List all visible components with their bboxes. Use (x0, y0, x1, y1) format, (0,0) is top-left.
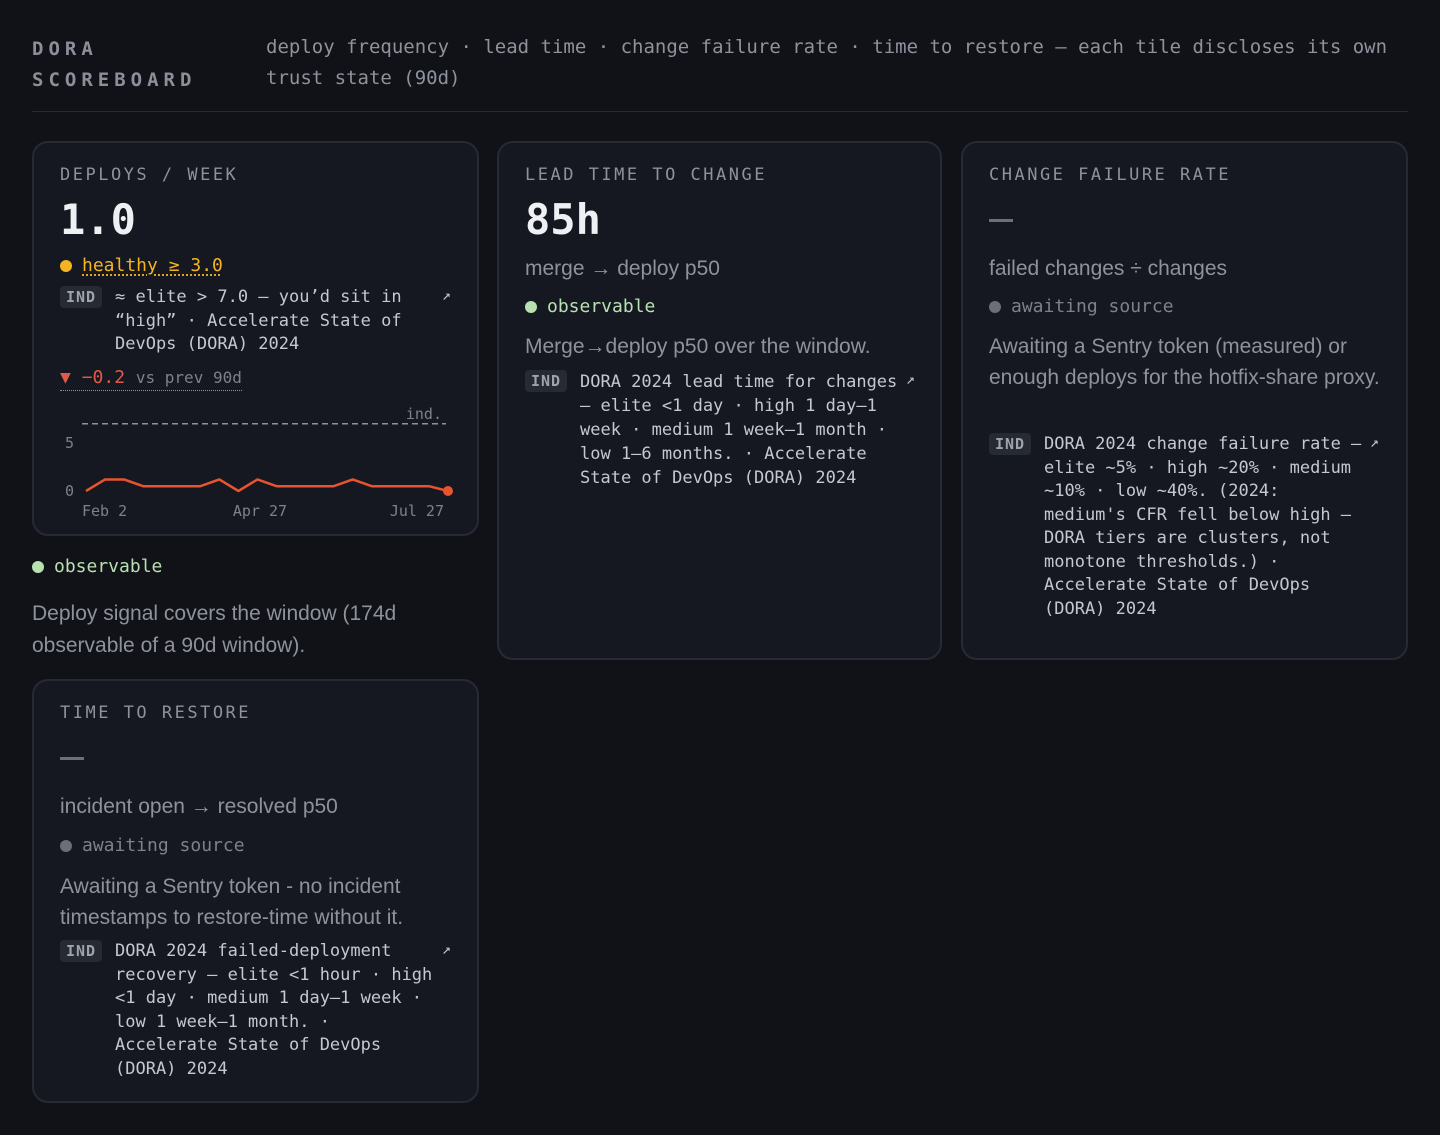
restore-description: Awaiting a Sentry token - no incident ti… (60, 875, 404, 929)
y-tick-label: 0 (65, 482, 74, 500)
page-header: DORA SCOREBOARD deploy frequency · lead … (32, 30, 1408, 112)
cfr-subtitle: failed changes ÷ changes (989, 257, 1228, 280)
external-link-icon[interactable]: ↗ (442, 286, 451, 304)
change-failure-rate-card: CHANGE FAILURE RATE failed changes ÷ cha… (961, 141, 1408, 660)
restore-status: awaiting source (60, 835, 245, 856)
lead-time-status-text: observable (547, 296, 656, 317)
external-link-icon[interactable]: ↗ (442, 940, 451, 958)
delta-value: −0.2 (81, 367, 126, 388)
ind-benchmark-text: DORA 2024 change failure rate — elite ~5… (1044, 434, 1362, 619)
deploys-delta[interactable]: ▼ −0.2 vs prev 90d (60, 367, 242, 391)
deploys-value: 1.0 (60, 195, 136, 244)
lead-time-card: LEAD TIME TO CHANGE 85h merge → deploy p… (497, 141, 942, 660)
restore-industry-benchmark: IND DORA 2024 failed-deployment recovery… (60, 940, 460, 1080)
ind-badge: IND (525, 370, 568, 392)
latest-point-marker (443, 486, 453, 496)
deploys-sparkline-chart: ind. 5 0 Feb 2 Apr 27 Jul 27 (65, 405, 453, 520)
ind-badge: IND (60, 940, 103, 962)
healthy-threshold[interactable]: healthy ≥ 3.0 (60, 255, 223, 276)
lead-time-label: LEAD TIME TO CHANGE (525, 165, 767, 185)
reference-line-label: ind. (406, 405, 442, 423)
green-status-dot (525, 300, 537, 313)
restore-label: TIME TO RESTORE (60, 703, 252, 723)
cfr-status-text: awaiting source (1011, 296, 1174, 317)
x-tick-label: Apr 27 (233, 502, 287, 520)
series-line-0 (85, 478, 449, 493)
brand-title: DORA SCOREBOARD (32, 34, 232, 96)
healthy-threshold-text: healthy ≥ 3.0 (82, 255, 223, 276)
cfr-industry-benchmark: IND DORA 2024 change failure rate — elit… (989, 433, 1389, 623)
deploys-status: observable (32, 556, 162, 577)
ind-benchmark-text: DORA 2024 lead time for changes — elite … (580, 372, 898, 488)
deploys-card: DEPLOYS / WEEK 1.0 healthy ≥ 3.0 IND ≈ e… (32, 141, 479, 536)
green-status-dot (32, 560, 44, 573)
empty-value-dash (989, 219, 1013, 222)
empty-value-dash (60, 757, 84, 760)
down-triangle-icon: ▼ (60, 367, 71, 388)
deploys-status-text: observable (54, 556, 163, 577)
brand-line-2: SCOREBOARD (32, 69, 197, 91)
amber-status-dot (60, 259, 72, 272)
grey-status-dot (989, 300, 1001, 313)
lead-time-subtitle: merge → deploy p50 (525, 257, 720, 280)
y-tick-label: 5 (65, 434, 74, 452)
ind-badge: IND (60, 286, 103, 308)
delta-comparison: vs prev 90d (135, 368, 242, 387)
cfr-status: awaiting source (989, 296, 1174, 317)
deploys-industry-benchmark: IND ≈ elite > 7.0 — you’d sit in “high” … (60, 286, 458, 358)
deploys-description: Deploy signal covers the window (174d ob… (32, 602, 397, 657)
cfr-description: Awaiting a Sentry token (measured) or en… (989, 335, 1380, 389)
brand-line-1: DORA (32, 38, 98, 60)
x-tick-label: Feb 2 (82, 502, 127, 520)
cfr-label: CHANGE FAILURE RATE (989, 165, 1231, 185)
time-to-restore-card: TIME TO RESTORE incident open → resolved… (32, 679, 479, 1103)
lead-time-value: 85h (525, 195, 601, 244)
lead-time-status: observable (525, 296, 655, 317)
lead-time-industry-benchmark: IND DORA 2024 lead time for changes — el… (525, 370, 925, 490)
ind-benchmark-text: DORA 2024 failed-deployment recovery — e… (115, 941, 433, 1079)
lead-time-description: Merge→deploy p50 over the window. (525, 335, 871, 358)
x-tick-label: Jul 27 (390, 502, 444, 520)
grey-status-dot (60, 839, 72, 852)
external-link-icon[interactable]: ↗ (1370, 433, 1379, 451)
restore-status-text: awaiting source (82, 835, 245, 856)
external-link-icon[interactable]: ↗ (906, 370, 915, 388)
deploys-label: DEPLOYS / WEEK (60, 165, 239, 185)
ind-badge: IND (989, 433, 1032, 455)
ind-benchmark-text: ≈ elite > 7.0 — you’d sit in “high” · Ac… (115, 287, 402, 354)
page-tagline: deploy frequency · lead time · change fa… (266, 36, 1388, 89)
restore-subtitle: incident open → resolved p50 (60, 795, 338, 818)
